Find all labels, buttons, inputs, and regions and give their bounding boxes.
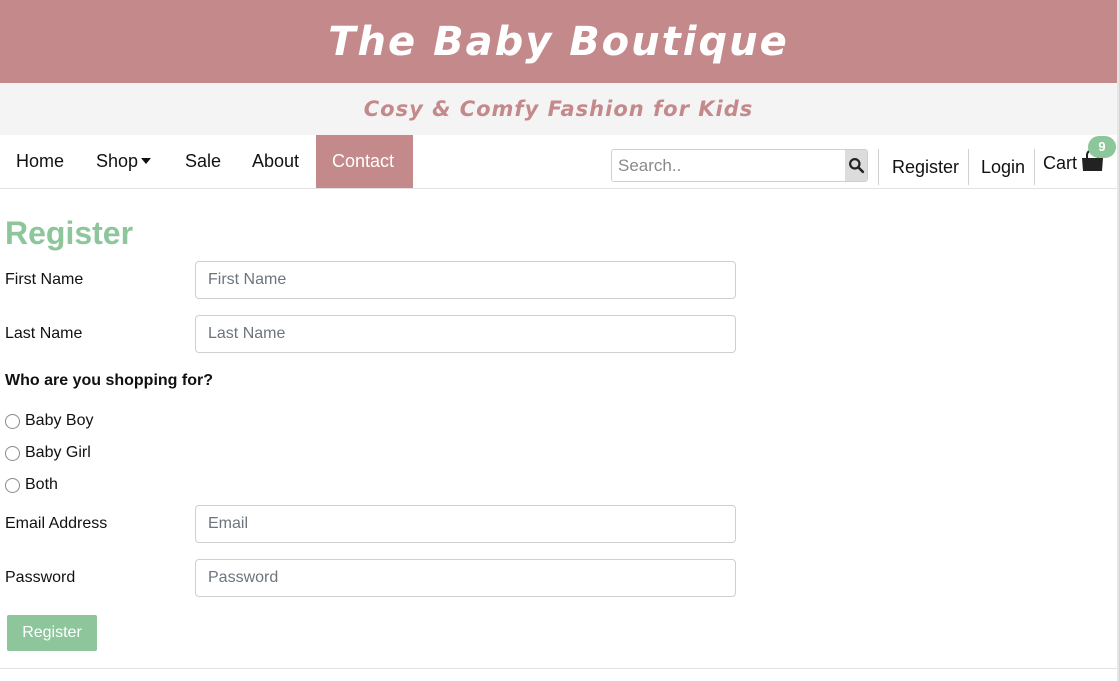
shopping-for-question: Who are you shopping for?: [5, 372, 213, 389]
password-label: Password: [5, 569, 76, 586]
radio-both[interactable]: Both: [5, 476, 58, 494]
radio-label: Baby Boy: [25, 412, 94, 429]
radio-button[interactable]: [5, 413, 20, 429]
radio-button[interactable]: [5, 445, 20, 461]
radio-baby-boy[interactable]: Baby Boy: [5, 412, 93, 430]
nav-divider: [968, 149, 969, 185]
radio-button[interactable]: [5, 477, 20, 493]
nav-divider: [1034, 149, 1035, 185]
nav-about[interactable]: About: [252, 135, 299, 188]
radio-baby-girl[interactable]: Baby Girl: [5, 444, 91, 462]
brand-title[interactable]: The Baby Boutique: [328, 19, 788, 65]
first-name-label: First Name: [5, 271, 84, 288]
search-box: [611, 149, 868, 182]
caret-down-icon: [141, 158, 152, 165]
search-button[interactable]: [845, 150, 867, 181]
last-name-label: Last Name: [5, 325, 83, 342]
nav-shop-label: Shop: [96, 151, 139, 171]
tagline-bar: Cosy & Comfy Fashion for Kids: [0, 83, 1117, 135]
radio-label: Both: [25, 476, 58, 493]
first-name-input[interactable]: [195, 261, 736, 299]
page-title: Register: [5, 215, 134, 251]
register-submit-button[interactable]: Register: [7, 615, 97, 651]
cart-count-badge: 9: [1088, 136, 1116, 158]
nav-sale[interactable]: Sale: [185, 135, 221, 188]
email-label: Email Address: [5, 515, 108, 532]
brand-header: The Baby Boutique: [0, 0, 1117, 83]
tagline: Cosy & Comfy Fashion for Kids: [363, 97, 754, 121]
nav-contact[interactable]: Contact: [316, 135, 413, 188]
email-field[interactable]: [195, 505, 736, 543]
login-link[interactable]: Login: [981, 135, 1025, 199]
search-input[interactable]: [612, 150, 845, 181]
password-field[interactable]: [195, 559, 736, 597]
cart-link[interactable]: Cart: [1043, 135, 1077, 199]
register-link[interactable]: Register: [892, 135, 959, 199]
nav-home[interactable]: Home: [16, 135, 64, 188]
main-navbar: Home Shop Sale About Contact Register Lo…: [0, 135, 1117, 189]
nav-shop[interactable]: Shop: [96, 135, 152, 188]
search-icon: [848, 158, 864, 174]
last-name-input[interactable]: [195, 315, 736, 353]
footer-divider: [0, 668, 1117, 669]
radio-label: Baby Girl: [25, 444, 91, 461]
nav-divider: [878, 149, 879, 185]
